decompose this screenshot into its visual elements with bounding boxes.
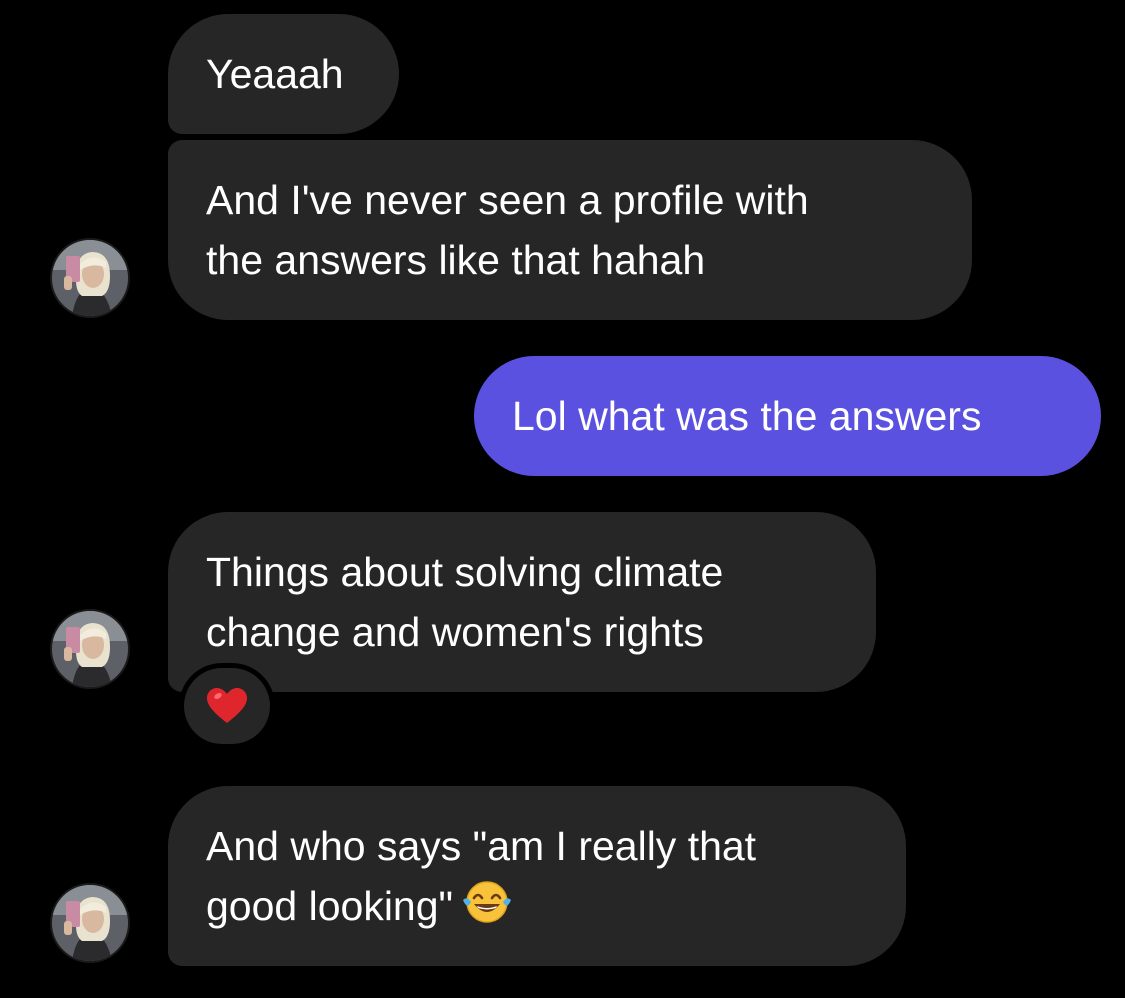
- red-heart-icon: [207, 688, 247, 723]
- message-text: And I've never seen a profile with: [206, 177, 809, 223]
- message-bubble-sent[interactable]: Lol what was the answers: [474, 356, 1101, 476]
- message-bubble-received[interactable]: And I've never seen a profile with the a…: [168, 140, 972, 320]
- message-bubble-received[interactable]: Things about solving climate change and …: [168, 512, 876, 692]
- message-text: Things about solving climate: [206, 549, 724, 595]
- message-text: Lol what was the answers: [512, 393, 982, 439]
- heart-reaction-badge[interactable]: [184, 668, 270, 744]
- avatar-photo-icon: [52, 611, 128, 687]
- message-text: Yeaaah: [206, 51, 344, 97]
- message-bubble-received[interactable]: Yeaaah: [168, 14, 399, 134]
- message-text: change and women's rights: [206, 609, 704, 655]
- contact-avatar[interactable]: [50, 238, 130, 318]
- message-bubble-received[interactable]: And who says "am I really that good look…: [168, 786, 906, 966]
- contact-avatar[interactable]: [50, 883, 130, 963]
- face-with-tears-of-joy-icon: [461, 878, 513, 942]
- message-text: the answers like that hahah: [206, 237, 706, 283]
- contact-avatar[interactable]: [50, 609, 130, 689]
- avatar-photo-icon: [52, 240, 128, 316]
- message-text-with-emoji: good looking": [206, 876, 906, 942]
- message-text: good looking": [206, 883, 454, 929]
- message-text: And who says "am I really that: [206, 823, 757, 869]
- avatar-photo-icon: [52, 885, 128, 961]
